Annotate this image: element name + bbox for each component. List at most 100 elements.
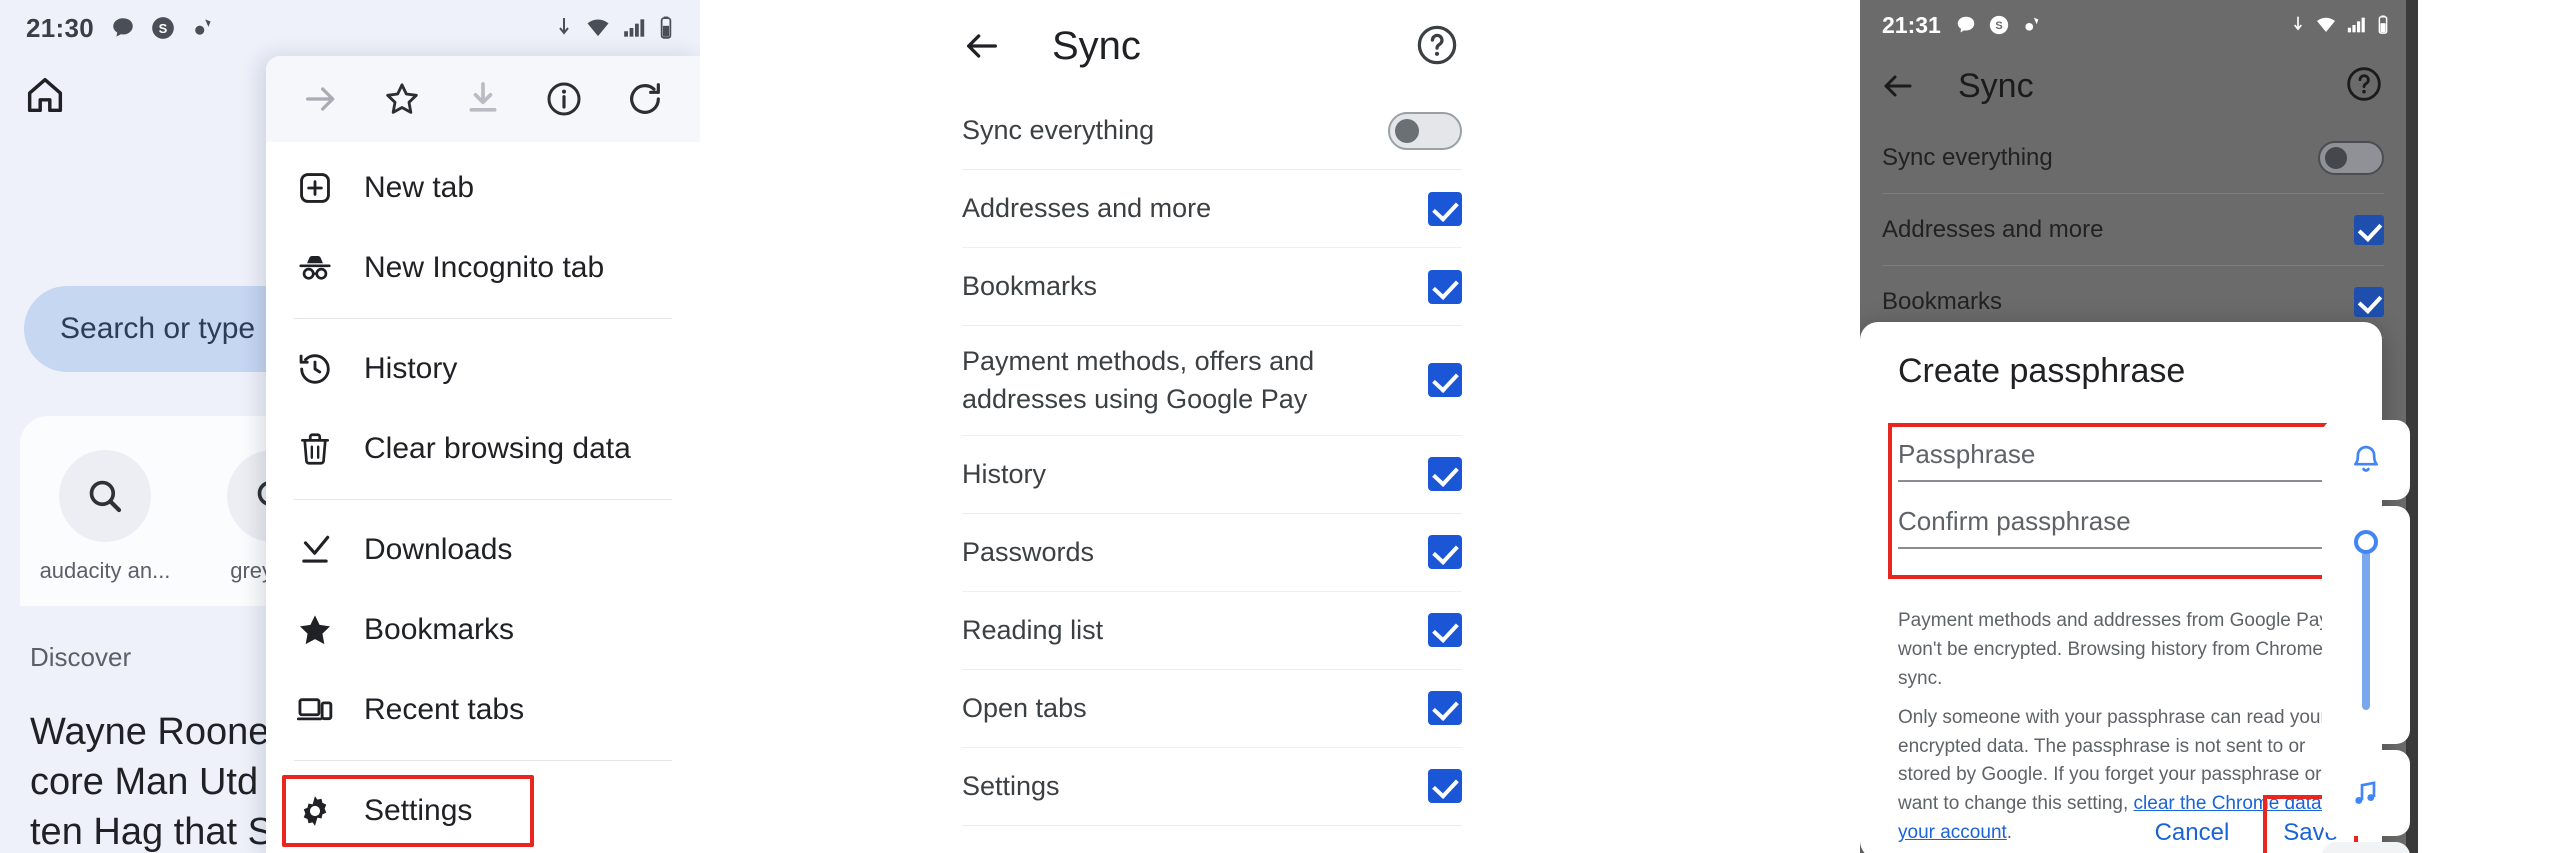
- home-icon[interactable]: [22, 72, 68, 118]
- menu-item-label: History: [364, 352, 458, 385]
- page-title: Sync: [1958, 66, 2034, 105]
- menu-item-label: Clear browsing data: [364, 432, 631, 465]
- history-icon: [299, 354, 330, 384]
- status-time: 21:30: [26, 12, 94, 43]
- download-icon[interactable]: [463, 79, 503, 119]
- volume-slider[interactable]: [2322, 506, 2410, 744]
- back-arrow-icon[interactable]: [962, 26, 1002, 66]
- panel-create-passphrase-dialog: 21:31 S Sync Sync everything Addresses a…: [1860, 0, 2560, 853]
- menu-item-new-incognito-tab[interactable]: New Incognito tab: [266, 228, 700, 308]
- three-panel-screenshot: 21:30 S G Search or type: [0, 0, 2560, 853]
- sync-everything-toggle[interactable]: [2318, 140, 2384, 175]
- menu-item-clear-browsing-data[interactable]: Clear browsing data: [266, 409, 700, 489]
- sync-row-bookmarks[interactable]: Bookmarks: [962, 248, 1462, 326]
- sync-options-list: Sync everything Addresses and more Bookm…: [700, 92, 1860, 853]
- create-passphrase-dialog: Create passphrase Passphrase Confirm pas…: [1860, 322, 2382, 853]
- sync-row-label: Sync everything: [1882, 143, 2053, 171]
- menu-separator: [294, 760, 672, 761]
- shortcut-tile[interactable]: audacity an...: [30, 450, 180, 584]
- sync-row-label: Passwords: [962, 536, 1095, 567]
- dialog-actions: Cancel Save: [2141, 795, 2358, 853]
- chat-bubble-icon: [113, 18, 133, 37]
- passphrase-field[interactable]: Passphrase: [1898, 439, 2348, 482]
- help-icon[interactable]: [2344, 64, 2384, 104]
- skype-icon: S: [152, 17, 174, 39]
- menu-item-bookmarks[interactable]: Bookmarks: [266, 590, 700, 670]
- media-volume-button[interactable]: [2322, 750, 2410, 836]
- sync-row-label: Bookmarks: [962, 271, 1098, 302]
- svg-text:S: S: [159, 21, 168, 36]
- sync-row-open-tabs[interactable]: Open tabs: [962, 670, 1462, 748]
- menu-item-label: Settings: [364, 794, 473, 827]
- help-icon[interactable]: [1414, 22, 1460, 68]
- sync-row-checkbox[interactable]: [1428, 191, 1462, 226]
- sync-row-label: Reading list: [962, 614, 1104, 645]
- menu-item-label: New tab: [364, 171, 475, 204]
- cancel-button[interactable]: Cancel: [2141, 811, 2244, 853]
- sound-settings-button[interactable]: [2322, 842, 2410, 853]
- status-bar: 21:30 S: [0, 0, 700, 56]
- download-icon: [302, 535, 330, 563]
- sync-everything-toggle[interactable]: [1388, 111, 1462, 150]
- sync-row-checkbox[interactable]: [2354, 286, 2384, 317]
- sync-options-list: Sync everything Addresses and more Bookm…: [1860, 122, 2418, 338]
- sync-row-checkbox[interactable]: [1428, 363, 1462, 398]
- reload-icon[interactable]: [625, 79, 665, 119]
- sync-row-checkbox[interactable]: [1428, 457, 1462, 492]
- sync-row-sync-everything[interactable]: Sync everything: [962, 92, 1462, 170]
- menu-item-new-tab[interactable]: New tab: [266, 148, 700, 228]
- sync-row-label: Sync everything: [962, 115, 1155, 146]
- sync-row-settings[interactable]: Settings: [962, 748, 1462, 826]
- panel-chrome-new-tab: 21:30 S G Search or type: [0, 0, 700, 853]
- dialog-body-paragraph-1: Payment methods and addresses from Googl…: [1898, 610, 2329, 689]
- sync-row-checkbox[interactable]: [1428, 769, 1462, 804]
- trash-icon: [300, 433, 330, 465]
- sync-row-checkbox[interactable]: [1428, 535, 1462, 570]
- sync-row-addresses[interactable]: Addresses and more: [962, 170, 1462, 248]
- panel-sync-settings-light: Sync Sync everything Addresses and more …: [700, 0, 1860, 853]
- sync-row-addresses[interactable]: Addresses and more: [1882, 194, 2384, 266]
- menu-item-label: Downloads: [364, 533, 513, 566]
- confirm-passphrase-field[interactable]: Confirm passphrase: [1898, 506, 2348, 549]
- cellular-signal-icon: [2347, 17, 2365, 33]
- menu-item-downloads[interactable]: Downloads: [266, 510, 700, 590]
- menu-item-label: Recent tabs: [364, 693, 525, 726]
- volume-slider-track[interactable]: [2354, 530, 2378, 710]
- sync-row-checkbox[interactable]: [2354, 214, 2384, 245]
- search-icon: [89, 480, 122, 513]
- incognito-icon: [299, 255, 331, 280]
- volume-slider-knob[interactable]: [2354, 530, 2378, 554]
- sync-row-label: Bookmarks: [1882, 287, 2003, 315]
- menu-item-history[interactable]: History: [266, 329, 700, 409]
- dialog-body-text-end: .: [2006, 822, 2013, 844]
- sign-out-button[interactable]: Sign out and turn off sync: [962, 826, 1462, 853]
- sync-header: Sync: [700, 0, 1860, 92]
- menu-item-recent-tabs[interactable]: Recent tabs: [266, 670, 700, 750]
- info-icon[interactable]: [544, 79, 584, 119]
- status-right-icons: [2290, 15, 2396, 35]
- passphrase-fields-group: Passphrase Confirm passphrase: [1888, 423, 2382, 581]
- sync-row-reading-list[interactable]: Reading list: [962, 592, 1462, 670]
- status-bar: 21:31 S: [1860, 0, 2418, 50]
- notification-mode-button[interactable]: [2322, 420, 2410, 500]
- forward-arrow-icon[interactable]: [301, 79, 341, 119]
- sync-row-checkbox[interactable]: [1428, 613, 1462, 648]
- star-icon[interactable]: [382, 79, 422, 119]
- sync-row-checkbox[interactable]: [1428, 691, 1462, 726]
- gear-icon: [303, 796, 327, 826]
- volume-control-panel: [2322, 420, 2410, 853]
- sync-row-passwords[interactable]: Passwords: [962, 514, 1462, 592]
- skype-icon: S: [1989, 15, 2008, 35]
- sync-row-label: Settings: [962, 770, 1060, 801]
- sync-row-sync-everything[interactable]: Sync everything: [1882, 122, 2384, 194]
- download-indicator-icon: [559, 18, 569, 35]
- sync-row-payment-methods[interactable]: Payment methods, offers and addresses us…: [962, 326, 1462, 436]
- page-title: Sync: [1052, 23, 1141, 68]
- menu-item-label: Bookmarks: [364, 613, 515, 646]
- status-right-icons: [554, 16, 674, 40]
- back-arrow-icon[interactable]: [1880, 68, 1916, 104]
- sync-row-label: Open tabs: [962, 692, 1087, 723]
- sync-row-checkbox[interactable]: [1428, 269, 1462, 304]
- menu-item-settings[interactable]: Settings: [266, 771, 700, 851]
- sync-row-history[interactable]: History: [962, 436, 1462, 514]
